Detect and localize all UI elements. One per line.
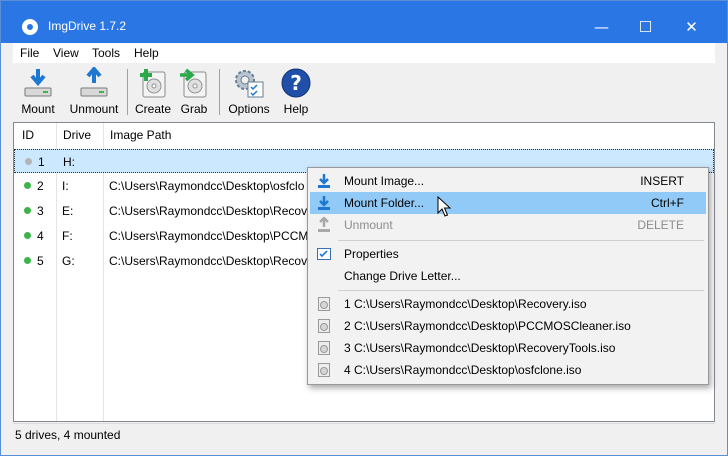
disc-image-icon (318, 297, 330, 311)
status-text: 5 drives, 4 mounted (15, 428, 121, 442)
grab-disc-icon (180, 68, 207, 98)
row-path: C:\Users\Raymondcc\Desktop\osfclo (109, 179, 305, 193)
recent-item-label: 3 C:\Users\Raymondcc\Desktop\RecoveryToo… (344, 341, 616, 355)
menu-item-properties[interactable]: Properties (310, 243, 706, 265)
help-label: Help (283, 102, 309, 116)
menu-file[interactable]: File (20, 46, 39, 60)
menu-item-recent-1[interactable]: 1 C:\Users\Raymondcc\Desktop\Recovery.is… (310, 293, 706, 315)
row-id: 1 (38, 155, 45, 169)
unmount-icon (318, 217, 330, 232)
properties-label: Properties (344, 247, 399, 261)
context-menu: Mount Image... INSERT Mount Folder... Ct… (307, 167, 709, 385)
disc-image-icon (318, 341, 330, 355)
menu-help[interactable]: Help (134, 46, 159, 60)
row-path: C:\Users\Raymondcc\Desktop\Recov (109, 254, 308, 268)
disc-image-icon (318, 363, 330, 377)
row-drive: G: (62, 254, 75, 268)
menu-item-unmount[interactable]: Unmount DELETE (310, 214, 706, 236)
status-dot-icon (24, 182, 31, 189)
status-bar: 5 drives, 4 mounted (13, 423, 715, 445)
row-drive: F: (62, 229, 73, 243)
row-path: C:\Users\Raymondcc\Desktop\PCCM (109, 229, 309, 243)
row-drive: I: (62, 179, 69, 193)
status-dot-icon (24, 257, 31, 264)
options-button[interactable]: Options (224, 63, 274, 121)
menu-item-recent-4[interactable]: 4 C:\Users\Raymondcc\Desktop\osfclone.is… (310, 359, 706, 381)
status-dot-icon (25, 158, 32, 165)
column-header-id[interactable]: ID (22, 123, 34, 147)
unmount-drive-icon (80, 67, 108, 97)
menu-separator (338, 290, 704, 291)
recent-item-label: 2 C:\Users\Raymondcc\Desktop\PCCMOSClean… (344, 319, 631, 333)
create-button[interactable]: Create (133, 63, 173, 121)
row-drive: H: (63, 155, 75, 169)
help-question-icon: ? (281, 68, 311, 98)
mount-drive-icon (24, 69, 52, 97)
app-window: ImgDrive 1.7.2 — ☐ ✕ File View Tools Hel… (0, 0, 728, 456)
toolbar: Mount Unmount Create Grab Options ? Help (13, 63, 715, 121)
menu-item-change-drive-letter[interactable]: Change Drive Letter... (310, 265, 706, 287)
status-dot-icon (24, 232, 31, 239)
row-path: C:\Users\Raymondcc\Desktop\Recov (109, 204, 308, 218)
menu-item-recent-2[interactable]: 2 C:\Users\Raymondcc\Desktop\PCCMOSClean… (310, 315, 706, 337)
disc-image-icon (318, 319, 330, 333)
window-title: ImgDrive 1.7.2 (48, 19, 127, 33)
menu-tools[interactable]: Tools (92, 46, 120, 60)
status-dot-icon (24, 207, 31, 214)
recent-item-label: 1 C:\Users\Raymondcc\Desktop\Recovery.is… (344, 297, 587, 311)
maximize-button[interactable]: ☐ (623, 11, 668, 43)
mount-image-icon (318, 174, 330, 188)
mount-image-shortcut: INSERT (640, 174, 684, 188)
minimize-button[interactable]: — (579, 11, 624, 43)
toolbar-separator (219, 69, 220, 115)
create-disc-icon (140, 69, 166, 98)
close-button[interactable]: ✕ (669, 11, 714, 43)
mount-label: Mount (21, 102, 55, 116)
unmount-button[interactable]: Unmount (65, 63, 123, 121)
options-gear-icon (235, 70, 264, 98)
svg-text:?: ? (290, 71, 302, 95)
mount-folder-shortcut: Ctrl+F (651, 196, 684, 210)
menu-item-mount-folder[interactable]: Mount Folder... Ctrl+F (310, 192, 706, 214)
row-id: 4 (37, 229, 44, 243)
toolbar-separator (127, 69, 128, 115)
create-label: Create (134, 102, 172, 116)
row-id: 2 (37, 179, 44, 193)
menu-item-mount-image[interactable]: Mount Image... INSERT (310, 170, 706, 192)
unmount-label: Unmount (344, 218, 393, 232)
row-drive: E: (62, 204, 74, 218)
mount-folder-icon (318, 196, 330, 210)
row-id: 5 (37, 254, 44, 268)
menu-separator (338, 240, 704, 241)
unmount-label: Unmount (69, 102, 119, 116)
menu-view[interactable]: View (53, 46, 79, 60)
mount-button[interactable]: Mount (16, 63, 60, 121)
column-header-image-path[interactable]: Image Path (110, 123, 171, 147)
options-label: Options (228, 102, 270, 116)
title-bar[interactable]: ImgDrive 1.7.2 — ☐ ✕ (1, 1, 727, 43)
menu-bar: File View Tools Help (13, 43, 715, 63)
mount-folder-label: Mount Folder... (344, 196, 425, 210)
recent-item-label: 4 C:\Users\Raymondcc\Desktop\osfclone.is… (344, 363, 582, 377)
mouse-cursor-icon (437, 196, 451, 217)
properties-icon (317, 248, 331, 260)
menu-item-recent-3[interactable]: 3 C:\Users\Raymondcc\Desktop\RecoveryToo… (310, 337, 706, 359)
unmount-shortcut: DELETE (637, 218, 684, 232)
row-id: 3 (37, 204, 44, 218)
grab-label: Grab (180, 102, 208, 116)
change-drive-letter-label: Change Drive Letter... (344, 269, 461, 283)
column-header-drive[interactable]: Drive (63, 123, 91, 147)
help-button[interactable]: ? Help (278, 63, 314, 121)
grab-button[interactable]: Grab (176, 63, 212, 121)
mount-image-label: Mount Image... (344, 174, 425, 188)
app-logo-icon (22, 19, 38, 35)
